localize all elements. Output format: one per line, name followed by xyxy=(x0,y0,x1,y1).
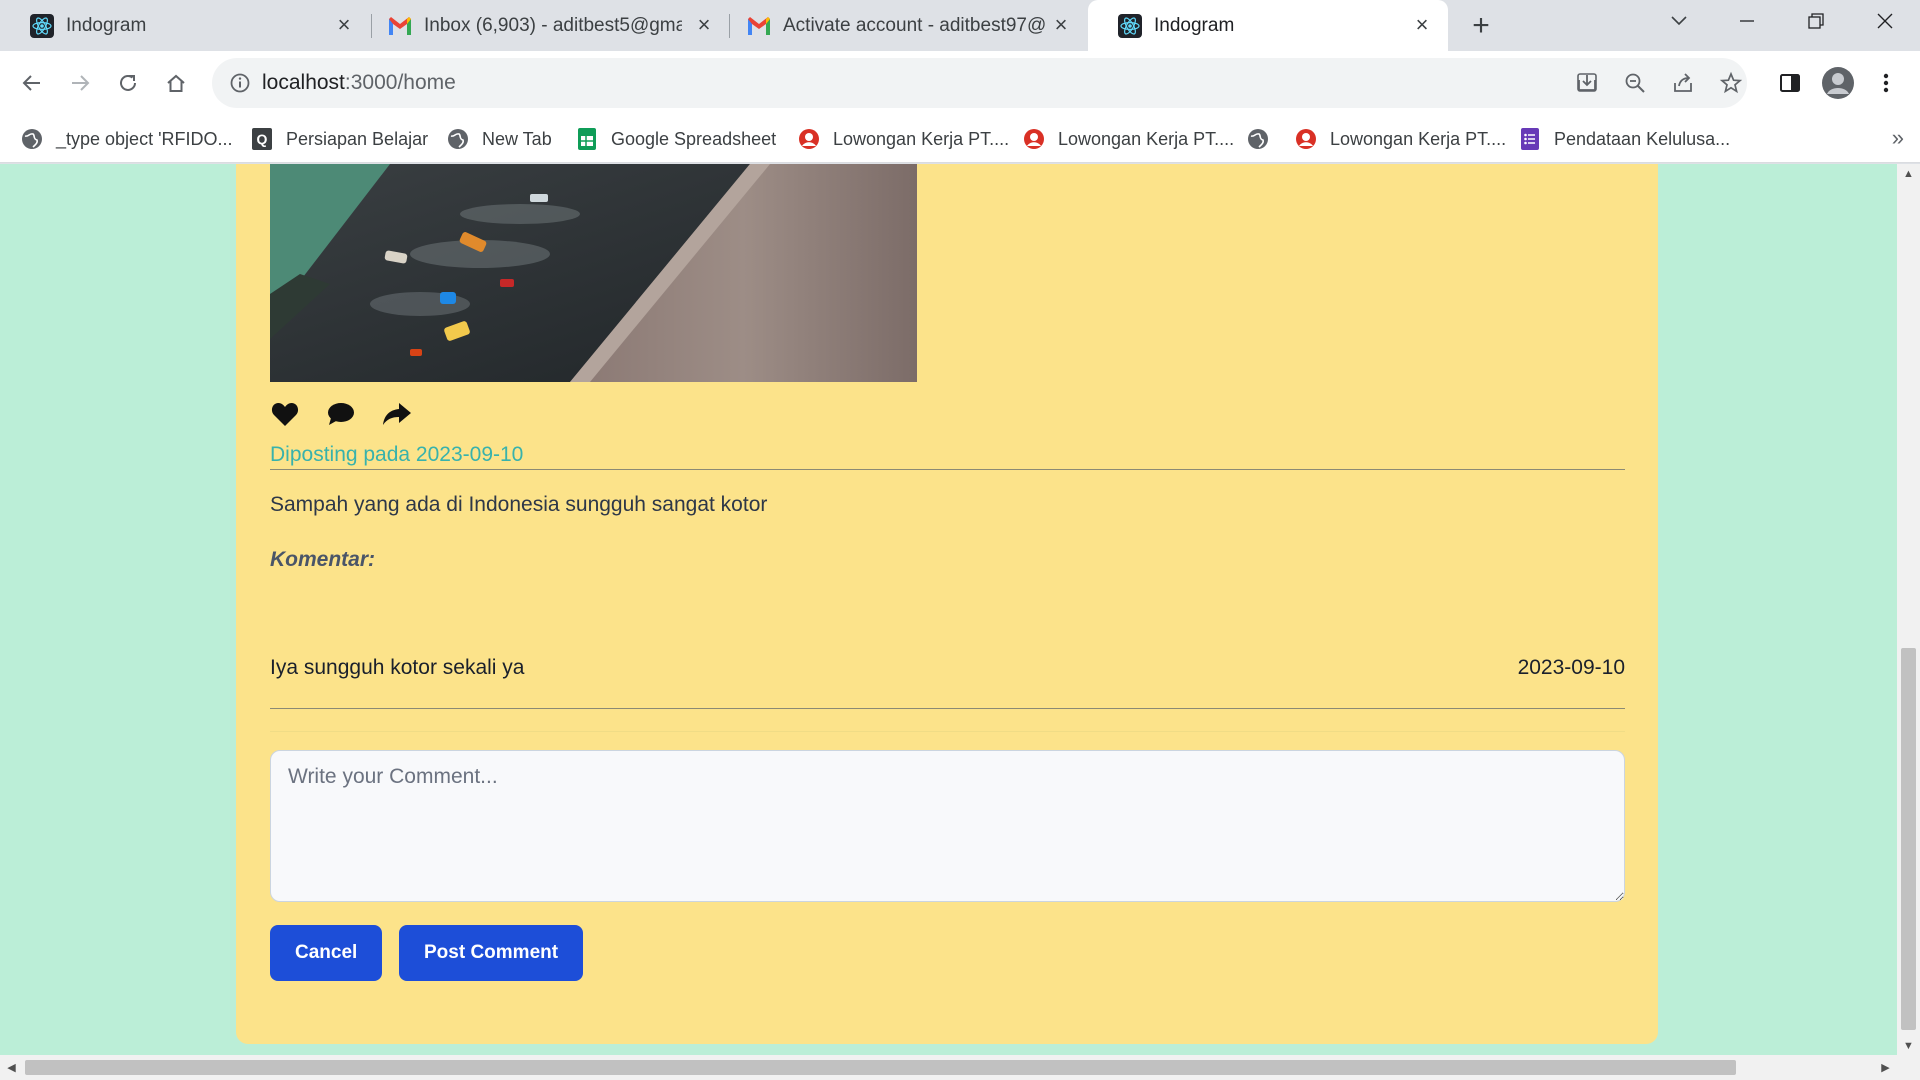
scroll-down-icon[interactable]: ▼ xyxy=(1897,1036,1920,1056)
restore-button[interactable] xyxy=(1783,0,1849,42)
globe-icon xyxy=(446,127,470,151)
bookmark-label: _type object 'RFIDO... xyxy=(56,128,233,149)
divider xyxy=(270,469,1625,470)
avatar[interactable] xyxy=(1820,65,1856,101)
scroll-left-icon[interactable]: ◀ xyxy=(0,1055,23,1080)
globe-icon xyxy=(1246,127,1270,151)
bookmark-icon: Q xyxy=(250,127,274,151)
bookmark-item[interactable]: Q Persiapan Belajar xyxy=(250,115,428,163)
minimize-button[interactable] xyxy=(1714,0,1780,42)
scroll-up-icon[interactable]: ▲ xyxy=(1897,164,1920,184)
zoom-icon[interactable] xyxy=(1617,65,1653,101)
close-tab-icon[interactable]: × xyxy=(332,13,356,37)
tab-strip: Indogram × Inbox (6,903) - aditbest5@gma… xyxy=(0,0,1920,51)
cancel-button[interactable]: Cancel xyxy=(270,925,383,981)
forms-icon xyxy=(1518,127,1542,151)
gmail-icon xyxy=(388,14,412,38)
share-icon[interactable] xyxy=(1665,65,1701,101)
horizontal-scrollbar[interactable]: ◀ ▶ xyxy=(0,1055,1920,1080)
bookmark-label: Pendataan Kelulusa... xyxy=(1554,128,1731,149)
tab-indogram-active[interactable]: Indogram × xyxy=(1088,0,1448,51)
side-panel-icon[interactable] xyxy=(1772,65,1808,101)
heart-icon[interactable] xyxy=(270,399,300,429)
comment-icon[interactable] xyxy=(326,399,356,429)
comment-input[interactable] xyxy=(270,750,1625,902)
scroll-right-icon[interactable]: ▶ xyxy=(1874,1055,1897,1080)
site-info-icon[interactable] xyxy=(228,71,252,95)
bookmark-item[interactable]: Lowongan Kerja PT.... xyxy=(1294,115,1506,163)
divider xyxy=(270,731,1625,732)
address-bar[interactable]: localhost:3000/home xyxy=(212,58,1747,108)
bookmark-item[interactable]: Google Spreadsheet xyxy=(575,115,776,163)
gmail-icon xyxy=(747,14,771,38)
install-app-icon[interactable] xyxy=(1569,65,1605,101)
bookmark-label: Lowongan Kerja PT.... xyxy=(833,128,1010,149)
post-image xyxy=(270,164,917,382)
url-host: localhost xyxy=(262,71,345,94)
job-icon xyxy=(1022,127,1046,151)
bookmark-label: Lowongan Kerja PT.... xyxy=(1058,128,1235,149)
bookmarks-overflow-button[interactable]: » xyxy=(1892,125,1904,151)
tab-search-icon[interactable] xyxy=(1646,0,1712,42)
tab-title: Inbox (6,903) - aditbest5@gmail.com xyxy=(424,14,682,36)
post-date: Diposting pada 2023-09-10 xyxy=(270,443,524,466)
post-caption: Sampah yang ada di Indonesia sungguh san… xyxy=(270,493,768,516)
tab-title: Indogram xyxy=(1154,14,1235,36)
bookmark-item[interactable]: New Tab xyxy=(446,115,552,163)
tab-gmail-inbox[interactable]: Inbox (6,903) - aditbest5@gmail.com × xyxy=(358,0,730,51)
home-icon[interactable] xyxy=(158,65,194,101)
new-tab-button[interactable]: + xyxy=(1465,9,1497,42)
comment-item: Iya sungguh kotor sekali ya 2023-09-10 xyxy=(270,656,1625,680)
reload-icon[interactable] xyxy=(110,65,146,101)
tab-title: Indogram xyxy=(66,14,147,36)
bookmark-item[interactable]: Lowongan Kerja PT.... xyxy=(1022,115,1234,163)
url-text[interactable]: localhost:3000/home xyxy=(262,58,456,108)
url-path: :3000/home xyxy=(344,71,456,94)
browser-toolbar: localhost:3000/home xyxy=(0,51,1920,115)
react-icon xyxy=(30,13,54,38)
svg-text:Q: Q xyxy=(257,131,268,147)
close-tab-icon[interactable]: × xyxy=(692,13,716,37)
menu-dots-icon[interactable] xyxy=(1868,65,1904,101)
share-arrow-icon[interactable] xyxy=(382,399,412,429)
tab-title: Activate account - aditbest97@gmail.com xyxy=(783,14,1045,36)
close-window-button[interactable] xyxy=(1852,0,1918,42)
bookmark-item[interactable]: _type object 'RFIDO... xyxy=(20,115,233,163)
comments-heading: Komentar: xyxy=(270,548,376,571)
globe-icon xyxy=(20,127,44,151)
tab-gmail-activate[interactable]: Activate account - aditbest97@gmail.com … xyxy=(717,0,1087,51)
vertical-scrollbar[interactable]: ▲ ▼ xyxy=(1897,164,1920,1055)
job-icon xyxy=(1294,127,1318,151)
sheets-icon xyxy=(575,127,599,151)
bookmark-label: Persiapan Belajar xyxy=(286,128,429,149)
scrollbar-thumb[interactable] xyxy=(1901,648,1916,1030)
scrollbar-thumb[interactable] xyxy=(25,1060,1736,1075)
comment-date: 2023-09-10 xyxy=(1517,656,1625,679)
job-icon xyxy=(797,127,821,151)
bookmark-star-icon[interactable] xyxy=(1713,65,1749,101)
bookmark-label: Google Spreadsheet xyxy=(611,128,777,149)
post-comment-button[interactable]: Post Comment xyxy=(399,925,584,981)
comment-text: Iya sungguh kotor sekali ya xyxy=(270,656,525,679)
close-tab-icon[interactable]: × xyxy=(1049,13,1073,37)
react-icon xyxy=(1118,13,1142,38)
forward-icon[interactable] xyxy=(62,65,98,101)
page-viewport: Diposting pada 2023-09-10 Sampah yang ad… xyxy=(0,164,1897,1055)
bookmark-label: New Tab xyxy=(482,128,552,149)
back-icon[interactable] xyxy=(14,65,50,101)
close-tab-icon[interactable]: × xyxy=(1410,13,1434,37)
bookmarks-bar: _type object 'RFIDO... Q Persiapan Belaj… xyxy=(0,115,1920,163)
divider xyxy=(270,708,1625,709)
tab-indogram-1[interactable]: Indogram × xyxy=(0,0,370,51)
post-card: Diposting pada 2023-09-10 Sampah yang ad… xyxy=(236,164,1658,1044)
bookmark-item[interactable]: Lowongan Kerja PT.... xyxy=(797,115,1009,163)
bookmark-item[interactable] xyxy=(1246,115,1282,163)
bookmark-label: Lowongan Kerja PT.... xyxy=(1330,128,1507,149)
post-actions xyxy=(270,399,412,429)
bookmark-item[interactable]: Pendataan Kelulusa... xyxy=(1518,115,1730,163)
